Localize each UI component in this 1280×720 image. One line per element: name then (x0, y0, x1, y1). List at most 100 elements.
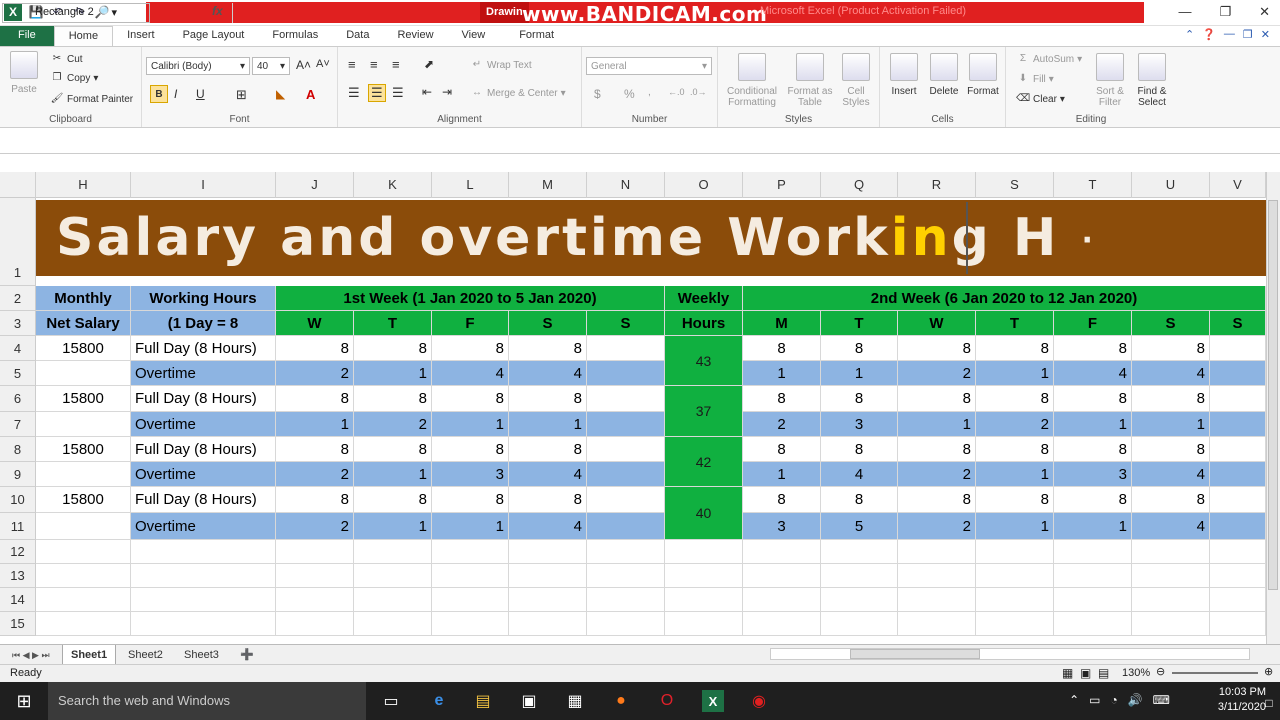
week2-overtime-cell[interactable]: 1 (1054, 412, 1132, 437)
week2-overtime-cell[interactable]: 1 (743, 361, 821, 386)
week1-overtime-cell[interactable]: 1 (276, 412, 354, 437)
week1-overtime-cell[interactable]: 4 (432, 361, 509, 386)
header-week2-day[interactable]: T (976, 311, 1054, 336)
wifi-icon[interactable]: ◔ (1110, 693, 1117, 707)
week2-overtime-cell[interactable]: 1 (976, 462, 1054, 487)
week1-full-cell[interactable] (587, 336, 665, 361)
week1-full-cell[interactable]: 8 (276, 336, 354, 361)
currency-button[interactable]: $ (594, 87, 601, 101)
salary-cell[interactable]: 15800 (36, 336, 131, 361)
empty-cell[interactable] (131, 540, 276, 564)
empty-cell[interactable] (665, 612, 743, 636)
row-label-full-day[interactable]: Full Day (8 Hours) (131, 487, 276, 513)
empty-cell[interactable] (1210, 588, 1266, 612)
week1-full-cell[interactable] (587, 437, 665, 462)
week1-full-cell[interactable]: 8 (509, 386, 587, 412)
week2-full-cell[interactable]: 8 (1054, 336, 1132, 361)
empty-cell[interactable] (36, 540, 131, 564)
week2-full-cell[interactable]: 8 (976, 437, 1054, 462)
align-center-icon[interactable]: ☰ (368, 84, 386, 102)
taskbar-search[interactable]: Search the web and Windows (48, 682, 366, 720)
page-layout-view-icon[interactable]: ▣ (1080, 666, 1091, 680)
excel-taskbar-icon[interactable]: X (702, 690, 724, 712)
empty-cell[interactable] (432, 540, 509, 564)
week2-full-cell[interactable]: 8 (821, 336, 898, 361)
column-header-m[interactable]: M (509, 172, 587, 198)
week2-overtime-cell[interactable]: 1 (976, 361, 1054, 386)
conditional-formatting-button[interactable]: Conditional Formatting (722, 53, 782, 108)
salary-blank[interactable] (36, 361, 131, 386)
empty-cell[interactable] (743, 612, 821, 636)
week2-overtime-cell[interactable]: 1 (976, 513, 1054, 540)
week1-full-cell[interactable]: 8 (276, 386, 354, 412)
find-select-button[interactable]: Find & Select (1132, 53, 1172, 108)
week1-full-cell[interactable]: 8 (509, 437, 587, 462)
empty-cell[interactable] (509, 564, 587, 588)
empty-cell[interactable] (36, 588, 131, 612)
week1-overtime-cell[interactable]: 3 (432, 462, 509, 487)
week2-overtime-cell[interactable]: 5 (821, 513, 898, 540)
salary-blank[interactable] (36, 513, 131, 540)
number-format-select[interactable]: General ▾ (586, 57, 712, 75)
column-header-q[interactable]: Q (821, 172, 898, 198)
column-header-p[interactable]: P (743, 172, 821, 198)
tab-review[interactable]: Review (383, 26, 447, 46)
header-net-salary[interactable]: Net Salary (36, 311, 131, 336)
percent-button[interactable]: % (624, 87, 635, 101)
row-label-overtime[interactable]: Overtime (131, 462, 276, 487)
empty-cell[interactable] (36, 564, 131, 588)
row-header-14[interactable]: 14 (0, 588, 36, 612)
empty-cell[interactable] (509, 588, 587, 612)
name-box[interactable]: Rectangle 2 ▾ (2, 3, 150, 23)
row-header-9[interactable]: 9 (0, 462, 36, 487)
copy-button[interactable]: ❐ Copy ▾ (50, 72, 99, 84)
week2-full-cell[interactable]: 8 (743, 487, 821, 513)
week2-overtime-cell[interactable] (1210, 361, 1266, 386)
comma-style-icon[interactable]: , (648, 87, 651, 98)
week2-full-cell[interactable] (1210, 487, 1266, 513)
empty-cell[interactable] (1054, 612, 1132, 636)
row-header-2[interactable]: 2 (0, 286, 36, 311)
fill-color-icon[interactable]: ◣ (276, 87, 285, 101)
row-header-7[interactable]: 7 (0, 412, 36, 437)
column-header-u[interactable]: U (1132, 172, 1210, 198)
column-header-r[interactable]: R (898, 172, 976, 198)
notifications-icon[interactable]: □ (1258, 692, 1280, 714)
empty-cell[interactable] (821, 588, 898, 612)
week1-full-cell[interactable]: 8 (276, 437, 354, 462)
sheet-tab-sheet3[interactable]: Sheet3 (176, 645, 227, 665)
row-header-10[interactable]: 10 (0, 487, 36, 513)
week2-full-cell[interactable]: 8 (743, 386, 821, 412)
week2-full-cell[interactable]: 8 (821, 437, 898, 462)
empty-cell[interactable] (743, 564, 821, 588)
normal-view-icon[interactable]: ▦ (1062, 666, 1073, 680)
week2-overtime-cell[interactable]: 2 (898, 361, 976, 386)
week1-overtime-cell[interactable]: 1 (432, 513, 509, 540)
empty-cell[interactable] (976, 564, 1054, 588)
week2-overtime-cell[interactable]: 4 (1132, 462, 1210, 487)
shrink-font-button[interactable]: A˅ (316, 58, 330, 70)
header-week2-day[interactable]: F (1054, 311, 1132, 336)
empty-cell[interactable] (1210, 612, 1266, 636)
empty-cell[interactable] (898, 564, 976, 588)
week2-overtime-cell[interactable]: 2 (743, 412, 821, 437)
row-header-1[interactable]: 1 (0, 198, 36, 286)
vertical-scroll-thumb[interactable] (1268, 200, 1278, 590)
week2-full-cell[interactable]: 8 (1132, 487, 1210, 513)
week1-full-cell[interactable]: 8 (354, 487, 432, 513)
salary-blank[interactable] (36, 412, 131, 437)
week1-overtime-cell[interactable]: 2 (276, 462, 354, 487)
week1-full-cell[interactable]: 8 (276, 487, 354, 513)
increase-indent-icon[interactable]: ⇥ (442, 85, 452, 99)
format-as-table-button[interactable]: Format as Table (786, 53, 834, 108)
font-color-icon[interactable]: A (306, 87, 315, 102)
title-rectangle-shape[interactable]: Salary and overtime Working H · (36, 200, 1266, 276)
workbook-minimize-icon[interactable]: — (1224, 28, 1235, 41)
row-header-3[interactable]: 3 (0, 311, 36, 336)
font-name-select[interactable]: Calibri (Body) ▾ (146, 57, 250, 75)
empty-cell[interactable] (665, 564, 743, 588)
week2-overtime-cell[interactable]: 1 (1054, 513, 1132, 540)
week1-overtime-cell[interactable] (587, 412, 665, 437)
empty-cell[interactable] (1210, 564, 1266, 588)
week1-overtime-cell[interactable] (587, 513, 665, 540)
